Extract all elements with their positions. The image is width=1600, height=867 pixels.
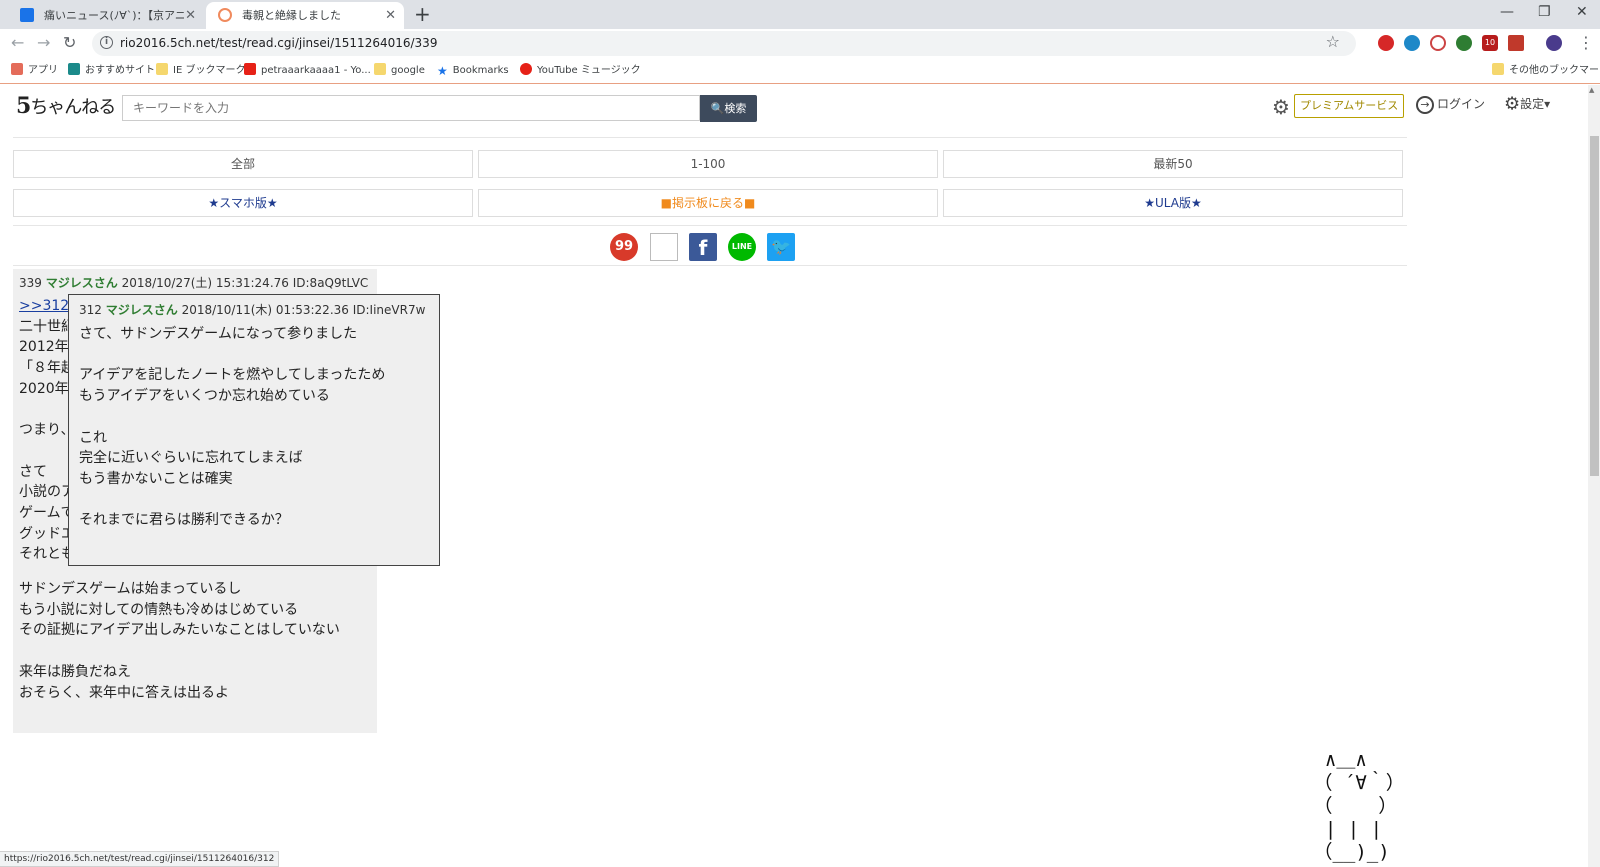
bookmark-apps[interactable]: アプリ	[11, 58, 58, 83]
popup-post-date: 2018/10/11(木) 01:53:22.36	[181, 303, 349, 317]
divider	[13, 137, 1407, 138]
close-tab-icon[interactable]: ✕	[185, 2, 196, 29]
close-tab-icon[interactable]: ✕	[385, 2, 396, 29]
bookmark-google-folder[interactable]: google	[374, 58, 425, 83]
extension-icon[interactable]	[1404, 35, 1420, 51]
reply-anchor-link[interactable]: >>312	[19, 298, 69, 314]
nav-latest-50[interactable]: 最新50	[943, 150, 1403, 178]
gear-icon: ⚙	[1504, 93, 1521, 115]
popup-body: さて、サドンデスゲームになって参りました アイデアを記したノートを燃やしてしまっ…	[79, 326, 386, 529]
pdf-extension-icon[interactable]	[1508, 35, 1524, 51]
post-body: >>312 二十世紀 2012年 「８年越 2020年 つまり、 さて 小説のア…	[19, 296, 75, 565]
premium-service-button[interactable]: プレミアムサービス	[1294, 94, 1405, 118]
scroll-up-arrow-icon[interactable]: ▲	[1589, 86, 1594, 94]
post-id[interactable]: ID:8aQ9tLVC	[293, 276, 369, 290]
reload-icon[interactable]: ↻	[63, 32, 76, 54]
address-url[interactable]: rio2016.5ch.net/test/read.cgi/jinsei/151…	[120, 31, 437, 56]
post-date: 2018/10/27(土) 15:31:24.76	[121, 276, 289, 290]
address-bar[interactable]: i rio2016.5ch.net/test/read.cgi/jinsei/1…	[92, 31, 1356, 56]
scrollbar-thumb[interactable]	[1590, 136, 1599, 476]
line-icon[interactable]: LINE	[728, 233, 756, 261]
divider	[13, 225, 1407, 226]
folder-icon	[374, 63, 386, 75]
bookmark-bookmarks[interactable]: ★ Bookmarks	[437, 58, 509, 83]
bookmark-youtube-music[interactable]: YouTube ミュージック	[520, 58, 641, 83]
folder-icon	[156, 63, 168, 75]
other-bookmarks-folder[interactable]: その他のブックマーク	[1492, 58, 1600, 83]
nav-1-100[interactable]: 1-100	[478, 150, 938, 178]
nav-ula[interactable]: ★ULA版★	[943, 189, 1403, 217]
twitter-icon[interactable]: 🐦	[767, 233, 795, 261]
nav-smartphone[interactable]: ★スマホ版★	[13, 189, 473, 217]
divider	[13, 265, 1407, 266]
post-body-top: 二十世紀 2012年 「８年越 2020年 つまり、 さて 小説のア ゲームで …	[19, 318, 75, 563]
tab-itai-news[interactable]: 痛いニュース(ﾉ∀`)：【京アニ放火】 ✕	[8, 2, 204, 29]
tab-favicon	[218, 8, 232, 22]
minimize-button[interactable]: —	[1500, 4, 1514, 20]
folder-icon	[1492, 63, 1504, 75]
extension-icon[interactable]	[1378, 35, 1394, 51]
popup-post-number: 312	[79, 303, 102, 317]
bookmark-star-icon[interactable]: ☆	[1326, 32, 1340, 51]
site-logo[interactable]: 5ちゃんねる	[16, 93, 116, 119]
tab-label: 痛いニュース(ﾉ∀`)：【京アニ放火】	[44, 9, 184, 22]
bing-icon	[68, 63, 80, 75]
popup-post-id[interactable]: ID:IineVR7w	[353, 303, 426, 317]
login-icon: →	[1416, 95, 1434, 114]
tab-strip: 痛いニュース(ﾉ∀`)：【京アニ放火】 ✕ 毒親と絶縁しました ✕ + — ❐ …	[0, 0, 1600, 29]
new-tab-button[interactable]: +	[414, 3, 431, 25]
post-body-bottom: サドンデスゲームは始まっているし もう小説に対しての情熱も冷めはじめている その…	[19, 581, 340, 701]
close-window-button[interactable]: ✕	[1576, 4, 1588, 20]
poster-name: マジレスさん	[45, 276, 118, 290]
bookmark-recommended[interactable]: おすすめサイト	[68, 58, 155, 83]
share-99-icon[interactable]: 99	[610, 233, 638, 261]
tab-favicon	[20, 8, 34, 22]
post-header: 339 マジレスさん 2018/10/27(土) 15:31:24.76 ID:…	[19, 274, 368, 291]
status-bar-url: https://rio2016.5ch.net/test/read.cgi/ji…	[0, 851, 280, 867]
star-icon: ★	[437, 64, 448, 78]
back-arrow-icon[interactable]: ←	[11, 32, 24, 54]
search-button[interactable]: 🔍検索	[700, 95, 757, 122]
post-number: 339	[19, 276, 42, 290]
broken-image-icon[interactable]	[650, 233, 678, 261]
nav-back-to-board[interactable]: ■掲示板に戻る■	[478, 189, 938, 217]
login-button[interactable]: → ログイン	[1416, 94, 1485, 114]
bookmark-ie-folder[interactable]: IE ブックマーク	[156, 58, 245, 83]
search-input[interactable]	[122, 95, 700, 121]
facebook-icon[interactable]: f	[689, 233, 717, 261]
restore-button[interactable]: ❐	[1538, 4, 1551, 20]
popup-poster-name: マジレスさん	[105, 303, 178, 317]
popup-header: 312 マジレスさん 2018/10/11(木) 01:53:22.36 ID:…	[79, 301, 425, 318]
nav-all[interactable]: 全部	[13, 150, 473, 178]
youtube-icon	[244, 63, 256, 75]
tab-current-thread[interactable]: 毒親と絶縁しました ✕	[206, 2, 404, 29]
settings-menu[interactable]: ⚙設定▾	[1504, 94, 1550, 115]
anchor-popup: 312 マジレスさん 2018/10/11(木) 01:53:22.36 ID:…	[68, 294, 440, 566]
menu-kebab-icon[interactable]: ⋮	[1578, 32, 1594, 54]
ascii-art-cat: ∧＿∧ （ ´∀｀） （ ） | | | （__)_)	[1313, 749, 1405, 863]
profile-avatar[interactable]	[1546, 35, 1562, 51]
recycle-extension-icon[interactable]	[1456, 35, 1472, 51]
music-icon	[520, 63, 532, 75]
bookmark-youtube-channel[interactable]: petraaarkaaaa1 - Yo...	[244, 58, 371, 83]
badge-extension-icon[interactable]: 10	[1482, 35, 1498, 51]
tab-label: 毒親と絶縁しました	[242, 9, 341, 22]
premium-gear-icon: ⚙	[1272, 95, 1290, 119]
forward-arrow-icon[interactable]: →	[37, 32, 50, 54]
site-info-icon[interactable]: i	[100, 36, 113, 49]
bookmarks-bar: アプリ おすすめサイト IE ブックマーク petraaarkaaaa1 - Y…	[0, 58, 1600, 84]
browser-toolbar: ← → ↻ i rio2016.5ch.net/test/read.cgi/ji…	[0, 29, 1600, 58]
extension-icon[interactable]	[1430, 35, 1446, 51]
apps-icon	[11, 63, 23, 75]
